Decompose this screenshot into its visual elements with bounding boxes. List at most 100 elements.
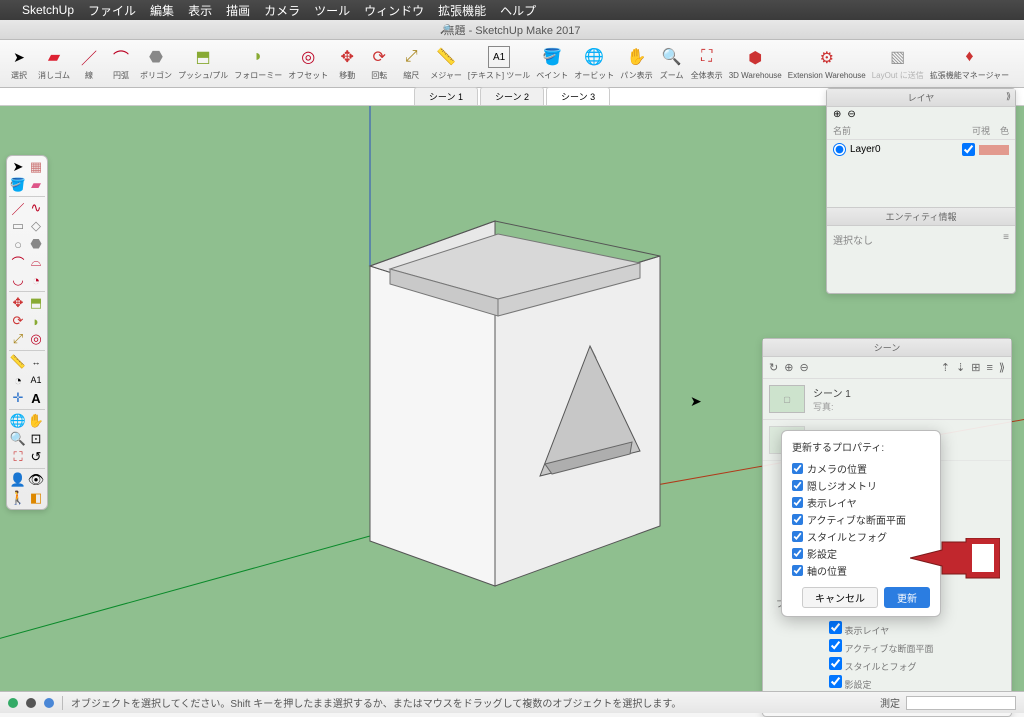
- scene-menu-icon[interactable]: ⟫: [999, 361, 1005, 374]
- tool-followme[interactable]: ◗フォローミー: [234, 46, 282, 81]
- layers-panel[interactable]: レイヤ⟫ ⊕ ⊖ 名前 可視 色 Layer0 エンティティ情報 選択なし ≡: [826, 88, 1016, 294]
- vt-zoomwin[interactable]: ⊡: [27, 430, 45, 448]
- vt-component[interactable]: ▦: [27, 158, 45, 176]
- app-name[interactable]: SketchUp: [22, 3, 74, 17]
- layer-active-radio[interactable]: [833, 143, 846, 156]
- vt-arc[interactable]: ⌒: [9, 253, 27, 271]
- tool-measure[interactable]: 📏メジャー: [430, 46, 462, 81]
- scene-view-icon[interactable]: ⊞: [971, 361, 980, 374]
- menu-edit[interactable]: 編集: [150, 2, 174, 19]
- menu-help[interactable]: ヘルプ: [500, 2, 536, 19]
- vt-rotate[interactable]: ⟳: [9, 312, 27, 330]
- vt-scale[interactable]: ⤢: [9, 330, 27, 348]
- tool-ext-manager[interactable]: ♦拡張機能マネージャー: [930, 46, 1009, 81]
- layer-color-swatch[interactable]: [979, 145, 1009, 155]
- measurement-input[interactable]: [906, 696, 1016, 710]
- scene-add-icon[interactable]: ⊕: [784, 361, 793, 374]
- vt-followme[interactable]: ◗: [27, 312, 45, 330]
- menu-draw[interactable]: 描画: [226, 2, 250, 19]
- scene-up-icon[interactable]: ⇡: [941, 361, 950, 374]
- entity-menu-icon[interactable]: ≡: [1003, 232, 1009, 247]
- vt-protractor[interactable]: ◔: [9, 371, 27, 389]
- remove-layer-icon[interactable]: ⊖: [847, 109, 855, 120]
- tool-layout[interactable]: ▧LayOut に送信: [872, 46, 924, 81]
- vt-dim[interactable]: ↔: [27, 353, 45, 371]
- vt-tape[interactable]: 📏: [9, 353, 27, 371]
- tool-3d-warehouse[interactable]: ⬢3D Warehouse: [729, 47, 782, 80]
- tool-offset[interactable]: ◎オフセット: [288, 46, 328, 81]
- scene-detail-icon[interactable]: ≡: [986, 362, 992, 374]
- tool-paint[interactable]: 🪣ペイント: [536, 46, 568, 81]
- vt-section[interactable]: ◧: [27, 489, 45, 507]
- vt-prev[interactable]: ↺: [27, 448, 45, 466]
- dialog-check-camera[interactable]: カメラの位置: [792, 460, 930, 477]
- tool-arc[interactable]: ⌒円弧: [108, 46, 134, 81]
- vt-polygon[interactable]: ⬣: [27, 235, 45, 253]
- vt-move[interactable]: ✥: [9, 294, 27, 312]
- menu-file[interactable]: ファイル: [88, 2, 136, 19]
- tool-pan[interactable]: ✋パン表示: [620, 46, 652, 81]
- vt-eraser[interactable]: ▰: [27, 176, 45, 194]
- vt-line[interactable]: ／: [9, 199, 27, 217]
- vt-circle[interactable]: ○: [9, 235, 27, 253]
- vt-zoomext[interactable]: ⛶: [9, 448, 27, 466]
- scene-tab-1[interactable]: シーン 1: [414, 87, 478, 105]
- layer-visible-check[interactable]: [962, 143, 975, 156]
- layers-menu-icon[interactable]: ⟫: [1006, 91, 1011, 102]
- vt-text[interactable]: A1: [27, 371, 45, 389]
- tool-rotate[interactable]: ⟳回転: [366, 46, 392, 81]
- status-dot-2-icon[interactable]: [26, 698, 36, 708]
- tool-eraser[interactable]: ▰消しゴム: [38, 46, 70, 81]
- vt-pushpull[interactable]: ⬒: [27, 294, 45, 312]
- status-dot-3-icon[interactable]: [44, 698, 54, 708]
- vt-walk[interactable]: 🚶: [9, 489, 27, 507]
- vt-select[interactable]: ➤: [9, 158, 27, 176]
- vt-3dtext[interactable]: A: [27, 389, 45, 407]
- vt-freehand[interactable]: ∿: [27, 199, 45, 217]
- vt-pan[interactable]: ✋: [27, 412, 45, 430]
- vt-axes[interactable]: ✛: [9, 389, 27, 407]
- menu-window[interactable]: ウィンドウ: [364, 2, 424, 19]
- dialog-check-layers[interactable]: 表示レイヤ: [792, 494, 930, 511]
- dialog-check-section[interactable]: アクティブな断面平面: [792, 511, 930, 528]
- vt-position[interactable]: 👤: [9, 471, 27, 489]
- status-dot-1-icon[interactable]: [8, 698, 18, 708]
- vt-arc2[interactable]: ⌓: [27, 253, 45, 271]
- vt-look[interactable]: 👁: [27, 471, 45, 489]
- tool-select[interactable]: ➤選択: [6, 46, 32, 81]
- tool-line[interactable]: ／線: [76, 46, 102, 81]
- vt-offset[interactable]: ◎: [27, 330, 45, 348]
- menu-extensions[interactable]: 拡張機能: [438, 2, 486, 19]
- vt-paint[interactable]: 🪣: [9, 176, 27, 194]
- tool-ext-warehouse[interactable]: ⚙Extension Warehouse: [788, 47, 866, 80]
- scene-tab-2[interactable]: シーン 2: [480, 87, 544, 105]
- update-button[interactable]: 更新: [884, 587, 930, 608]
- tool-zoom[interactable]: 🔍ズーム: [659, 46, 685, 81]
- tool-move[interactable]: ✥移動: [334, 46, 360, 81]
- add-layer-icon[interactable]: ⊕: [833, 109, 841, 120]
- tool-shape[interactable]: ⬣ポリゴン: [140, 46, 172, 81]
- layer-row[interactable]: Layer0: [827, 140, 1015, 159]
- vt-rect[interactable]: ▭: [9, 217, 27, 235]
- vt-rotrect[interactable]: ◇: [27, 217, 45, 235]
- menu-view[interactable]: 表示: [188, 2, 212, 19]
- tool-zoom-extents[interactable]: ⛶全体表示: [691, 46, 723, 81]
- tool-text[interactable]: A1[テキスト] ツール: [468, 46, 530, 81]
- scene-update-icon[interactable]: ↻: [769, 361, 778, 374]
- scene-tab-3[interactable]: シーン 3: [546, 87, 610, 105]
- scene-list-item-1[interactable]: ▢ シーン 1 写真:: [763, 379, 1011, 420]
- vt-pie[interactable]: ◔: [27, 271, 45, 289]
- vt-orbit[interactable]: 🌐: [9, 412, 27, 430]
- tool-orbit[interactable]: 🌐オービット: [574, 46, 614, 81]
- scene-down-icon[interactable]: ⇣: [956, 361, 965, 374]
- tool-scale[interactable]: ⤢縮尺: [398, 46, 424, 81]
- menu-tools[interactable]: ツール: [314, 2, 350, 19]
- cancel-button[interactable]: キャンセル: [802, 587, 878, 608]
- tool-pushpull[interactable]: ⬒プッシュ/プル: [178, 46, 228, 81]
- dialog-check-hidden[interactable]: 隠しジオメトリ: [792, 477, 930, 494]
- vt-arc3[interactable]: ◡: [9, 271, 27, 289]
- vt-zoom[interactable]: 🔍: [9, 430, 27, 448]
- menu-camera[interactable]: カメラ: [264, 2, 300, 19]
- scene-remove-icon[interactable]: ⊖: [799, 361, 808, 374]
- pointing-hand-icon: [910, 538, 1000, 586]
